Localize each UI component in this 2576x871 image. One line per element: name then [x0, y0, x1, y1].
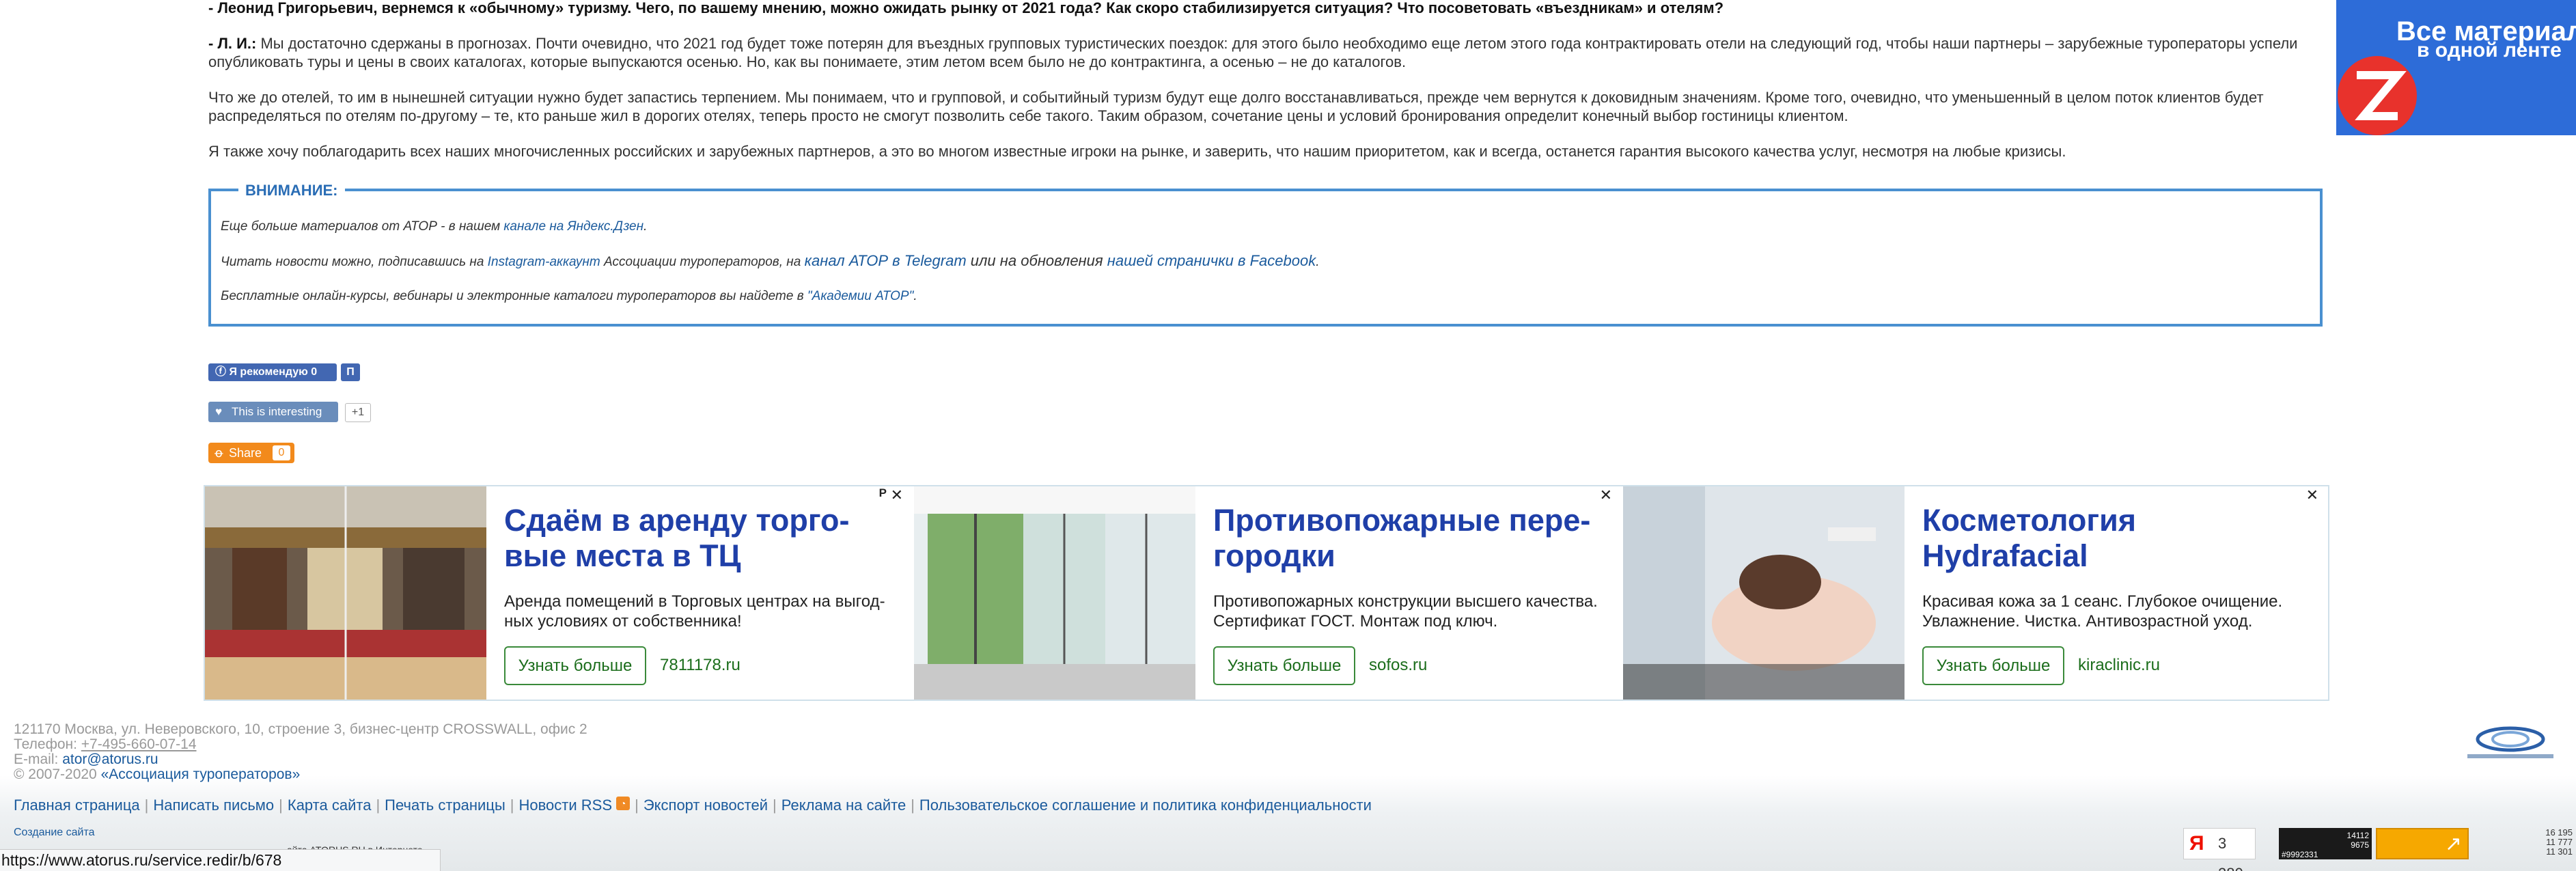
yandex-counter[interactable]: Я 3 280: [2183, 828, 2256, 871]
ad-domain[interactable]: 7811178.ru: [660, 656, 740, 675]
ad-image-mall[interactable]: [205, 486, 486, 700]
ad-marker: P: [878, 486, 887, 499]
nav-export-link[interactable]: Экспорт новостей: [643, 797, 768, 814]
ad-domain[interactable]: kiraclinic.ru: [2078, 656, 2160, 675]
banner-text: в одной ленте: [2417, 39, 2562, 61]
nav-sitemap-link[interactable]: Карта сайта: [288, 797, 372, 814]
rss-icon[interactable]: ◔: [616, 797, 631, 810]
ad-card-partitions[interactable]: Противопожарные пере-городки Противопожа…: [914, 486, 1623, 700]
ad-description[interactable]: Аренда помещений в Торговых центрах на в…: [504, 592, 900, 631]
instagram-link[interactable]: Instagram-аккаунт: [488, 255, 600, 269]
nav-terms-link[interactable]: Пользовательское соглашение и политика к…: [919, 797, 1372, 814]
phone-link[interactable]: +7-495-660-07-14: [81, 736, 197, 752]
ok-share-count: 0: [273, 445, 290, 460]
ok-share-button[interactable]: ꝋ Share 0: [208, 443, 294, 463]
ad-title[interactable]: Противопожарные пере-городки: [1213, 503, 1596, 574]
facebook-share-button[interactable]: П: [341, 363, 360, 381]
academy-link[interactable]: "Академии АТОР": [807, 289, 913, 303]
notice-box: ВНИМАНИЕ: Еще больше материалов от АТОР …: [208, 181, 2323, 327]
interview-question: - Леонид Григорьевич, вернемся к «обычно…: [208, 0, 1724, 16]
footer-copyright: © 2007-2020 «Ассоциация туроператоров»: [14, 766, 301, 782]
ad-title[interactable]: Косметология Hydrafacial: [1922, 503, 2305, 574]
notice-title: ВНИМАНИЕ:: [238, 181, 345, 200]
facebook-icon: ⓕ: [215, 366, 227, 378]
facebook-recommend-button[interactable]: ⓕ Я рекомендую 0: [208, 363, 337, 381]
ad-learn-more-button[interactable]: Узнать больше: [504, 646, 646, 685]
answer-label: - Л. И.:: [208, 35, 257, 52]
nav-write-link[interactable]: Написать письмо: [153, 797, 274, 814]
arrow-icon: ↗: [2444, 833, 2462, 855]
ad-card-mall[interactable]: Сдаём в аренду торго-вые места в ТЦ Арен…: [205, 486, 914, 700]
zen-channel-link[interactable]: канале на Яндекс.Дзен: [503, 219, 643, 234]
heart-icon: ♥: [215, 405, 223, 418]
answer-text: Мы достаточно сдержаны в прогнозах. Почт…: [208, 35, 2298, 70]
article-body: - Леонид Григорьевич, вернемся к «обычно…: [208, 0, 2323, 178]
ad-image-cosmetology[interactable]: [1623, 486, 1905, 700]
notice-line-academy: Бесплатные онлайн-курсы, вебинары и элек…: [221, 289, 917, 303]
footer-nav: Главная страница | Написать письмо | Карта с…: [14, 797, 1372, 814]
nav-print-link[interactable]: Печать страницы: [385, 797, 505, 814]
article-paragraph: Я также хочу поблагодарить всех наших мн…: [208, 143, 2066, 160]
footer-email: E-mail: ator@atorus.ru: [14, 751, 158, 767]
vk-like-button[interactable]: ♥ This is interesting: [208, 402, 338, 422]
email-link[interactable]: ator@atorus.ru: [62, 751, 158, 767]
ad-close-icon[interactable]: ✕: [1600, 486, 1612, 504]
nav-home-link[interactable]: Главная страница: [14, 797, 140, 814]
ad-block: Сдаём в аренду торго-вые места в ТЦ Арен…: [204, 485, 2329, 701]
status-bar-url: https://www.atorus.ru/service.redir/b/67…: [0, 849, 441, 871]
telegram-link[interactable]: канал АТОР в Telegram: [805, 252, 967, 269]
interview-answer: - Л. И.: Мы достаточно сдержаны в прогно…: [208, 34, 2323, 71]
ad-image-partitions[interactable]: [914, 486, 1195, 700]
org-link[interactable]: «Ассоциация туроператоров»: [101, 766, 301, 782]
odnoklassniki-icon: ꝋ: [214, 446, 223, 460]
ad-close-icon[interactable]: ✕: [2306, 486, 2318, 504]
ad-close-icon[interactable]: ✕: [891, 486, 903, 504]
zen-side-banner[interactable]: Все материалы в одной ленте: [2336, 0, 2576, 135]
mailru-counter[interactable]: 14112 9675 #9992331: [2279, 828, 2372, 859]
footer-address: 121170 Москва, ул. Неверовского, 10, стр…: [14, 721, 587, 737]
ad-domain[interactable]: sofos.ru: [1369, 656, 1427, 675]
ad-description[interactable]: Противопожарных конструкции высшего каче…: [1213, 592, 1609, 631]
liveinternet-counter[interactable]: ↗: [2376, 828, 2469, 859]
yandex-icon: Я: [2189, 832, 2204, 855]
site-creation-link[interactable]: Создание сайта: [14, 827, 95, 839]
ad-learn-more-button[interactable]: Узнать больше: [1213, 646, 1355, 685]
ad-title[interactable]: Сдаём в аренду торго-вые места в ТЦ: [504, 503, 887, 574]
article-paragraph: Что же до отелей, то им в нынешней ситуа…: [208, 89, 2264, 124]
ad-learn-more-button[interactable]: Узнать больше: [1922, 646, 2064, 685]
ad-description[interactable]: Красивая кожа за 1 сеанс. Глубокое очище…: [1922, 592, 2318, 631]
notice-line-social: Читать новости можно, подписавшись на In…: [221, 252, 1320, 270]
footer-phone: Телефон: +7-495-660-07-14: [14, 736, 197, 752]
nav-rss-link[interactable]: Новости RSS: [518, 797, 612, 814]
ad-card-cosmetology[interactable]: Косметология Hydrafacial Красивая кожа з…: [1623, 486, 2329, 700]
vk-like-count: +1: [345, 403, 371, 422]
facebook-page-link[interactable]: нашей странички в Facebook: [1107, 252, 1316, 269]
union-logo[interactable]: [2459, 724, 2562, 765]
nav-ads-link[interactable]: Реклама на сайте: [781, 797, 906, 814]
notice-line-zen: Еще больше материалов от АТОР - в нашем …: [221, 219, 648, 234]
hit-counter[interactable]: 16 195 11 777 11 301: [2484, 828, 2573, 859]
